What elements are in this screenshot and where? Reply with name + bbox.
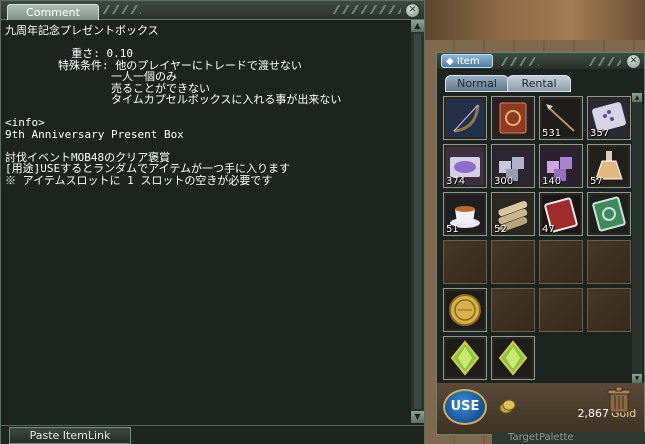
item-quantity: 47 [542, 224, 555, 235]
comment-line [5, 106, 405, 118]
inventory-grid: 531 357 374 300 140 57 51 52 47 [443, 96, 635, 380]
inventory-slot[interactable]: 52 [491, 192, 535, 236]
comment-line: <info> [5, 116, 45, 129]
item-quantity: 140 [542, 176, 562, 187]
item-quantity: 300 [494, 176, 514, 187]
empty-inventory-slot[interactable] [443, 240, 487, 284]
inventory-slot[interactable]: 57 [587, 144, 631, 188]
scroll-down-icon[interactable]: ▼ [411, 411, 424, 423]
item-quantity: 57 [590, 176, 603, 187]
inventory-slot[interactable]: 374 [443, 144, 487, 188]
comment-scrollbar[interactable]: ▲ ▼ [411, 20, 424, 423]
inventory-slot[interactable]: 300 [491, 144, 535, 188]
item-quantity: 374 [446, 176, 466, 187]
close-icon[interactable]: ✕ [405, 3, 420, 18]
diamond-icon: ◆ [446, 56, 454, 67]
titlebar-ornament [499, 57, 539, 66]
green-crystal-icon [446, 339, 484, 377]
bow-icon [446, 99, 484, 137]
use-button[interactable]: USE [443, 389, 487, 425]
scroll-up-icon[interactable]: ▲ [411, 20, 424, 32]
paste-itemlink-button[interactable]: Paste ItemLink [9, 427, 131, 444]
item-scrollbar[interactable]: ▲ ▼ [632, 93, 642, 383]
comment-footer: Paste ItemLink [1, 425, 424, 444]
empty-inventory-slot[interactable] [587, 240, 631, 284]
item-quantity: 357 [590, 128, 610, 139]
red-spellbook-icon [494, 99, 532, 137]
empty-inventory-slot[interactable] [587, 288, 631, 332]
item-tabs: Normal Rental [441, 75, 641, 92]
comment-line: [用途]USEするとランダムでアイテムが一つ手に入ります [5, 162, 291, 175]
inventory-slot[interactable] [491, 336, 535, 380]
empty-inventory-slot[interactable] [491, 288, 535, 332]
empty-inventory-slot[interactable] [539, 240, 583, 284]
trash-bin-icon[interactable] [607, 387, 631, 413]
gold-amount: 2,867 [577, 407, 610, 420]
titlebar-ornament [101, 5, 141, 14]
inventory-slot[interactable]: 51 [443, 192, 487, 236]
comment-line [5, 140, 405, 152]
comment-tab[interactable]: Comment [7, 4, 99, 20]
item-window: ◆ Item ✕ Normal Rental 531 357 374 300 140 57… [436, 52, 645, 435]
item-quantity: 531 [542, 128, 562, 139]
comment-line: タイムカプセルボックスに入れる事が出来ない [5, 93, 342, 106]
inventory-slot[interactable] [443, 96, 487, 140]
inventory-slot[interactable] [443, 336, 487, 380]
scroll-down-icon[interactable]: ▼ [632, 374, 642, 383]
item-title: ◆ Item [441, 54, 493, 68]
comment-line: 一人一個のみ [5, 70, 177, 83]
comment-line: 9th Anniversary Present Box [5, 127, 184, 141]
comment-line: ※ アイテムスロットに 1 スロットの空きが必要です [5, 173, 273, 187]
item-quantity: 51 [446, 224, 459, 235]
titlebar-ornament [587, 57, 621, 66]
inventory-slot[interactable]: 140 [539, 144, 583, 188]
inventory-slot[interactable] [587, 192, 631, 236]
comment-window: Comment ✕ 九周年記念プレゼントボックス 重さ: 0.10 特殊条件: … [0, 0, 425, 444]
green-book-icon [590, 195, 628, 233]
target-palette[interactable]: TargetPalette [492, 432, 645, 444]
item-titlebar[interactable]: ◆ Item ✕ [437, 53, 644, 69]
item-title-label: Item [456, 56, 480, 67]
inventory-slot[interactable]: 357 [587, 96, 631, 140]
inventory-slot[interactable] [443, 288, 487, 332]
tab-normal[interactable]: Normal [445, 75, 509, 92]
inventory-slot[interactable]: 47 [539, 192, 583, 236]
scroll-track[interactable] [414, 34, 421, 409]
empty-inventory-slot[interactable] [539, 288, 583, 332]
scroll-up-icon[interactable]: ▲ [632, 93, 642, 102]
gold-coins-icon [499, 399, 516, 414]
gold-coin-icon [446, 291, 484, 329]
comment-titlebar[interactable]: Comment ✕ [1, 1, 424, 20]
close-icon[interactable]: ✕ [626, 54, 641, 69]
item-footer: USE 2,867 Gold [437, 383, 644, 434]
green-crystal-icon [494, 339, 532, 377]
inventory-slot[interactable] [491, 96, 535, 140]
comment-text: 九周年記念プレゼントボックス 重さ: 0.10 特殊条件: 他のプレイヤーにトレ… [5, 25, 405, 420]
empty-inventory-slot[interactable] [491, 240, 535, 284]
inventory-slot[interactable]: 531 [539, 96, 583, 140]
comment-line: 重さ: 0.10 [5, 47, 133, 60]
titlebar-ornament [331, 5, 401, 14]
tab-rental[interactable]: Rental [507, 75, 571, 92]
comment-line: 九周年記念プレゼントボックス [5, 24, 159, 37]
item-quantity: 52 [494, 224, 507, 235]
